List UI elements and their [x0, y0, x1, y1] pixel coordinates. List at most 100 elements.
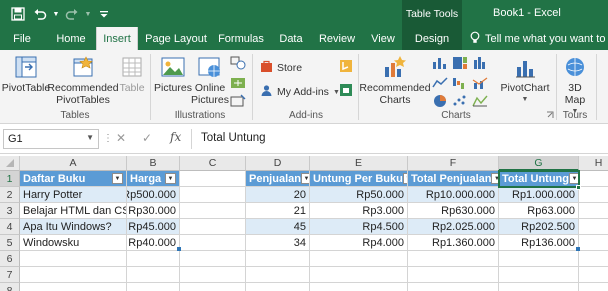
filter-dropdown-icon[interactable]: ▼	[300, 173, 309, 184]
redo-icon[interactable]	[62, 5, 82, 23]
empty-cell[interactable]	[246, 251, 310, 267]
table-cell[interactable]: Rp1.000.000	[499, 187, 579, 203]
table-header-cell[interactable]: Harga ▼	[127, 171, 180, 187]
empty-cell[interactable]	[20, 267, 127, 283]
pivottable-button[interactable]: PivotTable	[2, 54, 50, 94]
column-header-g[interactable]: G	[499, 156, 579, 171]
table-cell[interactable]: Rp3.000	[310, 203, 408, 219]
tab-design[interactable]: Design	[402, 27, 462, 50]
tab-home[interactable]: Home	[50, 27, 92, 50]
table-cell[interactable]: Rp630.000	[408, 203, 499, 219]
tab-insert[interactable]: Insert	[96, 27, 138, 50]
cancel-formula-icon[interactable]: ✕	[116, 131, 126, 145]
formula-input[interactable]: Total Untung	[201, 132, 266, 144]
scatter-chart-icon[interactable]	[452, 94, 468, 108]
bing-maps-icon[interactable]	[338, 59, 354, 73]
table-header-cell[interactable]: Daftar Buku ▼	[20, 171, 127, 187]
people-graph-icon[interactable]	[338, 83, 354, 97]
row-header-1[interactable]: 1	[0, 171, 20, 187]
save-icon[interactable]	[8, 5, 28, 23]
empty-cell[interactable]	[579, 235, 608, 251]
enter-formula-icon[interactable]: ✓	[142, 131, 152, 145]
table-cell[interactable]: Rp1.360.000	[408, 235, 499, 251]
empty-cell[interactable]	[579, 283, 608, 291]
table-button[interactable]: Table	[118, 54, 146, 94]
table-cell[interactable]: Rp500.000	[127, 187, 180, 203]
row-header-3[interactable]: 3	[0, 203, 20, 219]
empty-cell[interactable]	[408, 251, 499, 267]
table-cell[interactable]: Rp45.000	[127, 219, 180, 235]
row-header-8[interactable]: 8	[0, 283, 20, 291]
column-header-h[interactable]: H	[579, 156, 608, 171]
table-cell[interactable]: Rp40.000	[127, 235, 180, 251]
worksheet-grid[interactable]: A B C D E F G H 1 2 3 4 5 6 7 8 Daftar B…	[0, 156, 608, 291]
fill-handle[interactable]	[576, 185, 581, 190]
empty-cell[interactable]	[180, 187, 246, 203]
table-cell[interactable]: Rp63.000	[499, 203, 579, 219]
filter-dropdown-icon[interactable]: ▼	[112, 173, 123, 184]
empty-cell[interactable]	[20, 251, 127, 267]
column-header-f[interactable]: F	[408, 156, 499, 171]
filter-dropdown-icon[interactable]: ▼	[491, 173, 498, 184]
table-header-cell[interactable]: Total Penjualan ▼	[408, 171, 499, 187]
undo-icon[interactable]	[30, 5, 50, 23]
empty-cell[interactable]	[499, 283, 579, 291]
empty-cell[interactable]	[310, 251, 408, 267]
table-resize-handle[interactable]	[177, 247, 181, 251]
table-cell[interactable]: Rp2.025.000	[408, 219, 499, 235]
empty-cell[interactable]	[579, 267, 608, 283]
table-cell[interactable]: Rp30.000	[127, 203, 180, 219]
recommended-charts-button[interactable]: Recommended Charts	[359, 54, 431, 106]
table-header-cell[interactable]: Total Untung ▼	[499, 171, 579, 187]
empty-cell[interactable]	[499, 251, 579, 267]
pictures-button[interactable]: Pictures	[154, 54, 192, 94]
table-cell[interactable]: 34	[246, 235, 310, 251]
empty-cell[interactable]	[310, 283, 408, 291]
online-pictures-button[interactable]: Online Pictures	[191, 54, 229, 106]
table-cell[interactable]: Harry Potter	[20, 187, 127, 203]
charts-dialog-launcher-icon[interactable]	[545, 110, 555, 120]
empty-cell[interactable]	[127, 267, 180, 283]
filter-dropdown-icon[interactable]: ▼	[165, 173, 176, 184]
column-header-c[interactable]: C	[180, 156, 246, 171]
table-cell[interactable]: 45	[246, 219, 310, 235]
select-all-corner[interactable]	[0, 156, 20, 171]
surface-chart-icon[interactable]	[472, 94, 488, 108]
empty-cell[interactable]	[127, 283, 180, 291]
table-cell[interactable]: Belajar HTML dan CSS	[20, 203, 127, 219]
tab-page-layout[interactable]: Page Layout	[143, 27, 209, 50]
table-cell[interactable]: 20	[246, 187, 310, 203]
empty-cell[interactable]	[579, 219, 608, 235]
empty-cell[interactable]	[180, 219, 246, 235]
empty-cell[interactable]	[579, 203, 608, 219]
empty-cell[interactable]	[246, 283, 310, 291]
empty-cell[interactable]	[579, 251, 608, 267]
empty-cell[interactable]	[20, 283, 127, 291]
empty-cell[interactable]	[180, 267, 246, 283]
column-header-e[interactable]: E	[310, 156, 408, 171]
table-cell[interactable]: 21	[246, 203, 310, 219]
empty-cell[interactable]	[408, 267, 499, 283]
undo-dropdown-icon[interactable]: ▼	[52, 11, 60, 18]
empty-cell[interactable]	[579, 187, 608, 203]
tab-data[interactable]: Data	[274, 27, 308, 50]
table-cell[interactable]: Rp10.000.000	[408, 187, 499, 203]
hierarchy-chart-icon[interactable]	[452, 56, 468, 70]
insert-function-icon[interactable]: fx	[170, 130, 181, 144]
recommended-pivottables-button[interactable]: Recommended PivotTables	[47, 54, 119, 106]
name-box[interactable]: G1 ▼	[3, 129, 99, 149]
row-header-6[interactable]: 6	[0, 251, 20, 267]
redo-dropdown-icon[interactable]: ▼	[84, 11, 92, 18]
row-header-2[interactable]: 2	[0, 187, 20, 203]
line-chart-icon[interactable]	[432, 76, 448, 90]
column-chart-icon[interactable]	[432, 56, 448, 70]
smartart-icon[interactable]	[230, 76, 246, 90]
table-cell[interactable]: Rp136.000	[499, 235, 579, 251]
pivotchart-button[interactable]: PivotChart ▼	[500, 54, 550, 106]
row-header-4[interactable]: 4	[0, 219, 20, 235]
tab-file[interactable]: File	[6, 27, 38, 50]
tell-me-search[interactable]: Tell me what you want to do	[470, 27, 608, 50]
table-cell[interactable]: Rp4.500	[310, 219, 408, 235]
empty-cell[interactable]	[180, 171, 246, 187]
column-header-b[interactable]: B	[127, 156, 180, 171]
